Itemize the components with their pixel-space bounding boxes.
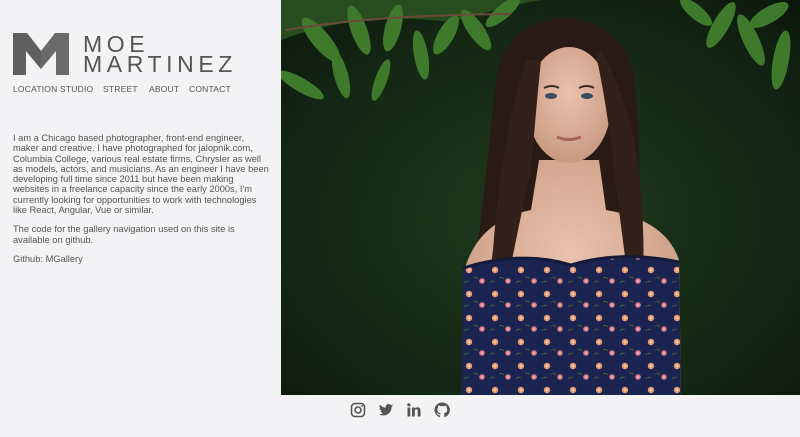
bio: I am a Chicago based photographer, front… <box>13 133 271 273</box>
brand-last-name: MARTINEZ <box>83 51 237 77</box>
nav-item-location[interactable]: LOCATION <box>13 84 57 94</box>
m-logo-icon <box>13 33 69 75</box>
hero-photo <box>281 0 800 395</box>
github-line: Github: MGallery <box>13 254 271 264</box>
twitter-icon <box>379 404 393 416</box>
linkedin-icon <box>407 403 421 417</box>
nav-item-studio[interactable]: STUDIO <box>60 84 93 94</box>
github-prefix: Github: <box>13 253 46 264</box>
bio-paragraph-github-note: The code for the gallery navigation used… <box>13 224 235 245</box>
nav-item-about[interactable]: ABOUT <box>149 84 179 94</box>
nav-item-contact[interactable]: CONTACT <box>189 84 231 94</box>
github-link[interactable]: MGallery <box>46 254 83 264</box>
github-icon <box>434 402 450 418</box>
sidebar: MOE MARTINEZ LOCATION STUDIO STREET ABOU… <box>0 0 281 395</box>
brand[interactable]: MOE MARTINEZ <box>13 33 237 77</box>
linkedin-link[interactable] <box>406 402 422 418</box>
bio-paragraph: I am a Chicago based photographer, front… <box>13 133 269 216</box>
twitter-link[interactable] <box>378 402 394 418</box>
brand-name: MOE MARTINEZ <box>83 33 237 77</box>
social-links <box>350 402 450 418</box>
portrait-image <box>281 0 800 395</box>
github-social-link[interactable] <box>434 402 450 418</box>
instagram-link[interactable] <box>350 402 366 418</box>
nav-item-street[interactable]: STREET <box>103 84 138 94</box>
instagram-icon <box>350 402 366 418</box>
